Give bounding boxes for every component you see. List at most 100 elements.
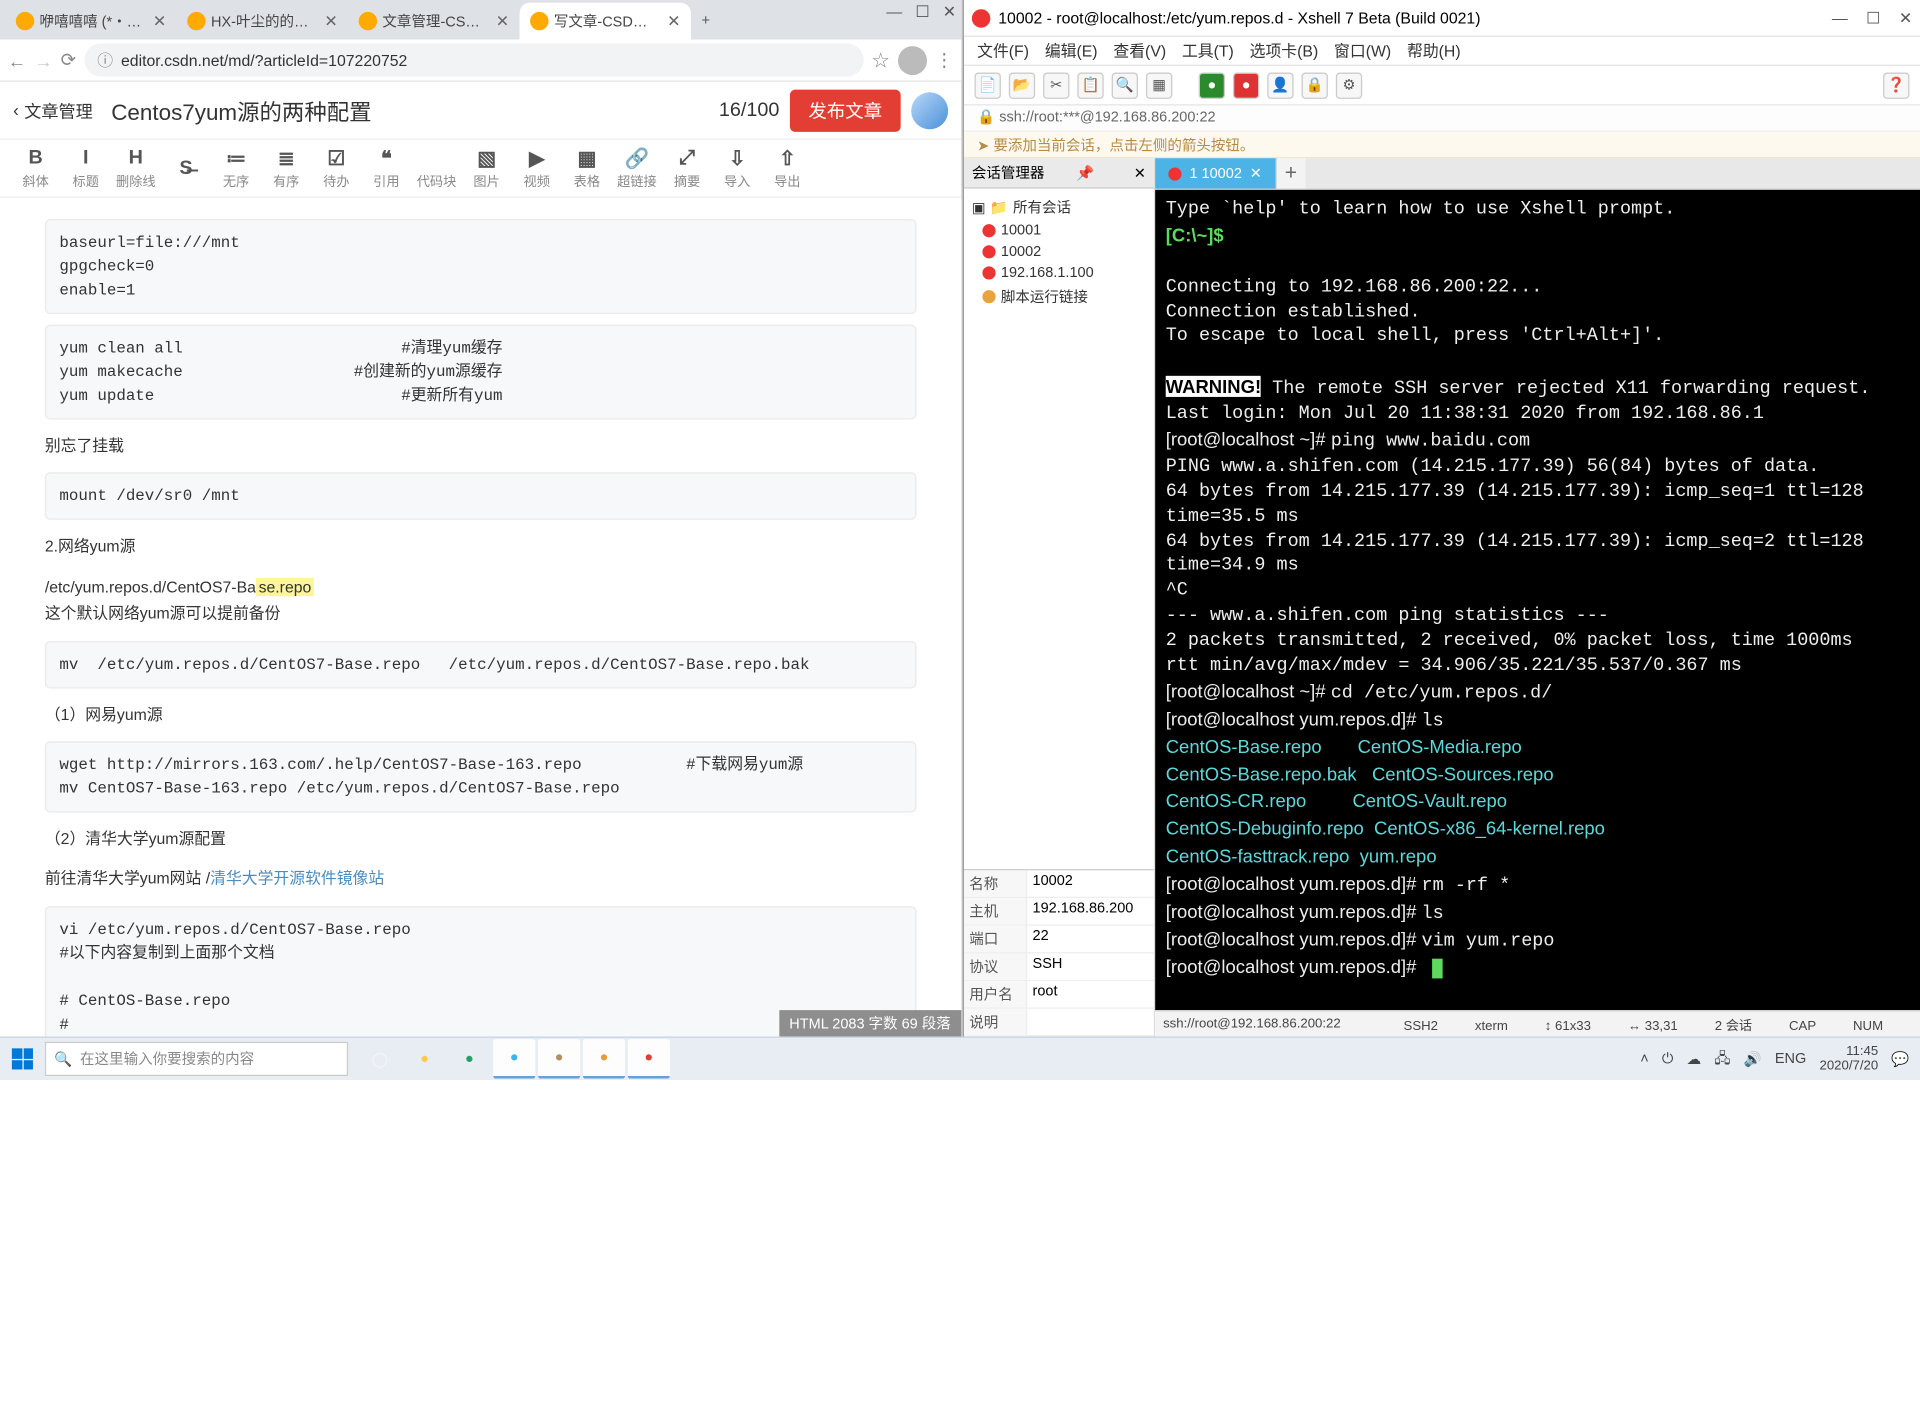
tool-button[interactable]: ▦ [1146, 72, 1172, 98]
close-icon[interactable]: ✕ [667, 12, 680, 30]
tray-chevron-icon[interactable]: ˄ [1640, 1051, 1648, 1067]
new-tab-button[interactable]: + [691, 3, 723, 40]
toolbar-button[interactable]: ▶视频 [512, 146, 562, 190]
menu-item[interactable]: 帮助(H) [1407, 40, 1461, 62]
menu-item[interactable]: 工具(T) [1182, 40, 1234, 62]
toolbar-button[interactable]: ▦表格 [562, 146, 612, 190]
new-tab-button[interactable]: + [1276, 158, 1305, 188]
session-item[interactable]: 10002 [969, 241, 1148, 262]
maximize-button[interactable]: ☐ [1866, 9, 1880, 27]
tool-button[interactable]: 👤 [1267, 72, 1293, 98]
volume-icon[interactable]: 🔊 [1744, 1050, 1762, 1067]
taskbar-search[interactable]: 🔍 在这里输入你要搜索的内容 [45, 1042, 348, 1076]
minimize-button[interactable]: — [1832, 9, 1848, 27]
property-row: 主机192.168.86.200 [964, 898, 1154, 926]
toolbar-button[interactable]: I标题 [61, 146, 111, 190]
network-icon[interactable]: 🖧 [1714, 1046, 1730, 1071]
toolbar-button[interactable]: ⇩导入 [712, 146, 762, 190]
menu-item[interactable]: 文件(F) [977, 40, 1029, 62]
back-link[interactable]: ‹文章管理 [13, 98, 93, 123]
ime-indicator[interactable]: ENG [1775, 1051, 1806, 1067]
session-item[interactable]: 192.168.1.100 [969, 262, 1148, 283]
taskbar-app[interactable]: ● [404, 1039, 446, 1079]
close-icon[interactable]: ✕ [1134, 164, 1146, 181]
tool-button[interactable]: 🔒 [1302, 72, 1328, 98]
toolbar-button[interactable]: ☑待办 [311, 146, 361, 190]
taskbar-app[interactable]: ● [448, 1039, 490, 1079]
close-icon[interactable]: ✕ [1250, 165, 1262, 182]
browser-tab[interactable]: 文章管理-CSDN博客✕ [348, 3, 519, 40]
terminal[interactable]: Type `help' to learn how to use Xshell p… [1155, 190, 1920, 1010]
start-button[interactable] [0, 1037, 45, 1081]
forward-icon[interactable]: → [34, 49, 52, 70]
toolbar-button[interactable]: ⇧导出 [762, 146, 812, 190]
session-item[interactable]: 脚本运行链接 [969, 284, 1148, 310]
tray-icon[interactable]: ⏻ [1662, 1050, 1673, 1067]
menu-item[interactable]: 窗口(W) [1334, 40, 1391, 62]
pin-icon[interactable]: 📌 [1076, 164, 1094, 181]
publish-button[interactable]: 发布文章 [790, 89, 901, 131]
clock[interactable]: 11:452020/7/20 [1820, 1044, 1879, 1073]
toolbar-button[interactable]: ≔无序 [211, 146, 261, 190]
search-placeholder: 在这里输入你要搜索的内容 [80, 1048, 254, 1069]
close-icon[interactable]: ✕ [324, 12, 337, 30]
menu-item[interactable]: 查看(V) [1113, 40, 1166, 62]
menu-item[interactable]: 选项卡(B) [1250, 40, 1319, 62]
notifications-icon[interactable]: 💬 [1891, 1050, 1909, 1067]
close-button[interactable]: ✕ [943, 3, 956, 21]
back-icon[interactable]: ← [8, 49, 26, 70]
tool-button[interactable]: ● [1233, 72, 1259, 98]
site-info-icon[interactable]: ⓘ [97, 49, 113, 71]
close-icon[interactable]: ✕ [153, 12, 166, 30]
help-button[interactable]: ❓ [1883, 72, 1909, 98]
maximize-button[interactable]: ☐ [915, 3, 929, 21]
close-icon[interactable]: ✕ [496, 12, 509, 30]
article-title-input[interactable] [103, 92, 708, 129]
browser-tab[interactable]: 咿嘻嘻嘻 (*・ω・)ノ✕ [5, 3, 176, 40]
toolbar-button[interactable]: ≣有序 [261, 146, 311, 190]
connection-path: 🔒 ssh://root:***@192.168.86.200:22 [964, 105, 1920, 131]
toolbar-button[interactable]: 🔗超链接 [612, 146, 662, 190]
tree-folder[interactable]: ▣ 📁 所有会话 [969, 194, 1148, 220]
chrome-menu-icon[interactable]: ⋮ [935, 49, 953, 71]
reload-icon[interactable]: ⟳ [61, 49, 76, 71]
menu-item[interactable]: 编辑(E) [1045, 40, 1098, 62]
toolbar-button[interactable]: H删除线 [111, 146, 161, 190]
session-item[interactable]: 10001 [969, 220, 1148, 241]
code-block: mv /etc/yum.repos.d/CentOS7-Base.repo /e… [45, 640, 917, 687]
tool-button[interactable]: 🔍 [1112, 72, 1138, 98]
tool-button[interactable]: ✂ [1043, 72, 1069, 98]
minimize-button[interactable]: — [886, 3, 902, 21]
toolbar-button[interactable]: ❝引用 [361, 146, 411, 190]
editor-body[interactable]: baseurl=file:///mnt gpgcheck=0 enable=1 … [0, 198, 961, 1037]
windows-taskbar: 🔍 在这里输入你要搜索的内容 ◯●●●●●● ˄ ⏻ ☁ 🖧 🔊 ENG 11:… [0, 1036, 1920, 1080]
profile-avatar[interactable] [898, 45, 927, 74]
address-bar[interactable]: ⓘ editor.csdn.net/md/?articleId=10722075… [84, 44, 863, 77]
tool-button[interactable]: ● [1199, 72, 1225, 98]
taskbar-app[interactable]: ● [493, 1039, 535, 1079]
toolbar-button[interactable]: ⤢摘要 [662, 146, 712, 190]
taskbar-app[interactable]: ● [583, 1039, 625, 1079]
terminal-tab[interactable]: 1 10002 ✕ [1155, 158, 1276, 188]
taskbar-app[interactable]: ◯ [359, 1039, 401, 1079]
toolbar-button[interactable]: 代码块 [411, 146, 461, 190]
taskbar-app[interactable]: ● [628, 1039, 670, 1079]
session-tree[interactable]: ▣ 📁 所有会话 1000110002192.168.1.100脚本运行链接 [964, 189, 1154, 869]
browser-tab[interactable]: 写文章-CSDN博客✕ [520, 3, 691, 40]
tray-icon[interactable]: ☁ [1687, 1050, 1702, 1067]
browser-tab[interactable]: HX-叶尘的的个人空间✕ [177, 3, 348, 40]
taskbar-app[interactable]: ● [538, 1039, 580, 1079]
user-avatar[interactable] [911, 92, 948, 129]
toolbar-button[interactable]: ▧图片 [462, 146, 512, 190]
status-dot-icon [982, 290, 995, 303]
tool-button[interactable]: 📂 [1009, 72, 1035, 98]
link[interactable]: 清华大学开源软件镜像站 [210, 869, 384, 887]
editor-toolbar: B斜体I标题H删除线S̶≔无序≣有序☑待办❝引用代码块▧图片▶视频▦表格🔗超链接… [0, 140, 961, 198]
tool-button[interactable]: 📋 [1077, 72, 1103, 98]
close-button[interactable]: ✕ [1899, 9, 1912, 27]
toolbar-button[interactable]: B斜体 [11, 146, 61, 190]
tool-button[interactable]: ⚙ [1336, 72, 1362, 98]
tool-button[interactable]: 📄 [975, 72, 1001, 98]
toolbar-button[interactable]: S̶ [161, 156, 211, 180]
bookmark-icon[interactable]: ☆ [871, 47, 890, 73]
